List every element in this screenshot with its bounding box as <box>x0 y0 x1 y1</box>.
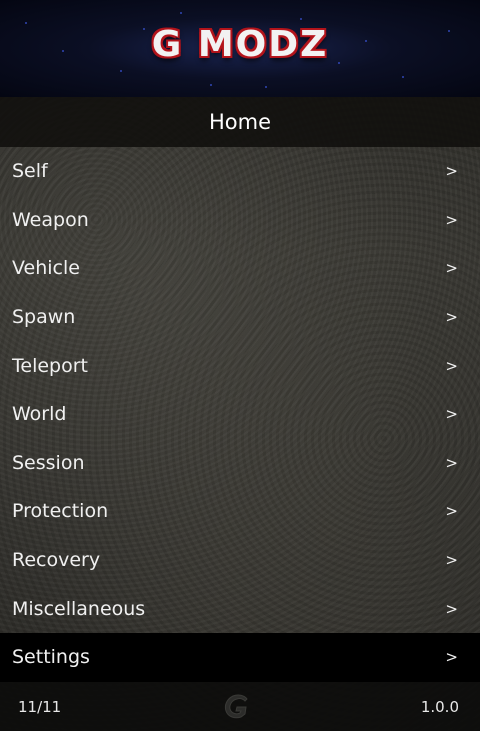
menu-item-label: Protection <box>12 500 109 523</box>
menu-item-label: Weapon <box>12 208 89 231</box>
menu-item-spawn[interactable]: Spawn > <box>0 293 480 342</box>
chevron-right-icon: > <box>445 162 458 181</box>
menu-item-label: World <box>12 403 67 426</box>
menu-item-self[interactable]: Self > <box>0 147 480 196</box>
chevron-right-icon: > <box>445 259 458 278</box>
menu-item-protection[interactable]: Protection > <box>0 487 480 536</box>
menu-item-settings[interactable]: Settings > <box>0 632 480 682</box>
menu-logo: G MODZ <box>151 24 329 65</box>
menu-item-label: Vehicle <box>12 257 80 280</box>
chevron-right-icon: > <box>445 405 458 424</box>
menu-item-label: Recovery <box>12 549 101 572</box>
menu-item-label: Miscellaneous <box>12 597 146 620</box>
chevron-right-icon: > <box>445 210 458 229</box>
mod-menu: G MODZ Home Self > Weapon > Vehicle > Sp… <box>0 0 480 731</box>
menu-banner: G MODZ <box>0 0 480 97</box>
menu-item-miscellaneous[interactable]: Miscellaneous > <box>0 584 480 633</box>
menu-item-vehicle[interactable]: Vehicle > <box>0 244 480 293</box>
g-logo-icon <box>224 694 248 719</box>
menu-item-teleport[interactable]: Teleport > <box>0 341 480 390</box>
menu-footer: 11/11 1.0.0 <box>0 682 480 731</box>
menu-item-session[interactable]: Session > <box>0 439 480 488</box>
page-title: Home <box>208 110 271 134</box>
item-position-counter: 11/11 <box>18 697 62 716</box>
menu-item-recovery[interactable]: Recovery > <box>0 536 480 585</box>
menu-item-world[interactable]: World > <box>0 390 480 439</box>
menu-header: Home <box>0 97 480 147</box>
menu-item-label: Teleport <box>12 354 88 377</box>
chevron-right-icon: > <box>445 356 458 375</box>
menu-item-weapon[interactable]: Weapon > <box>0 196 480 245</box>
chevron-right-icon: > <box>445 648 458 667</box>
version-label: 1.0.0 <box>420 697 459 716</box>
menu-item-label: Settings <box>12 646 90 669</box>
chevron-right-icon: > <box>445 453 458 472</box>
chevron-right-icon: > <box>445 551 458 570</box>
chevron-right-icon: > <box>445 599 458 618</box>
chevron-right-icon: > <box>445 502 458 521</box>
menu-item-label: Self <box>12 160 48 183</box>
chevron-right-icon: > <box>445 308 458 327</box>
menu-item-list: Self > Weapon > Vehicle > Spawn > Telepo… <box>0 147 480 682</box>
menu-item-label: Spawn <box>12 306 76 329</box>
menu-item-label: Session <box>12 451 85 474</box>
